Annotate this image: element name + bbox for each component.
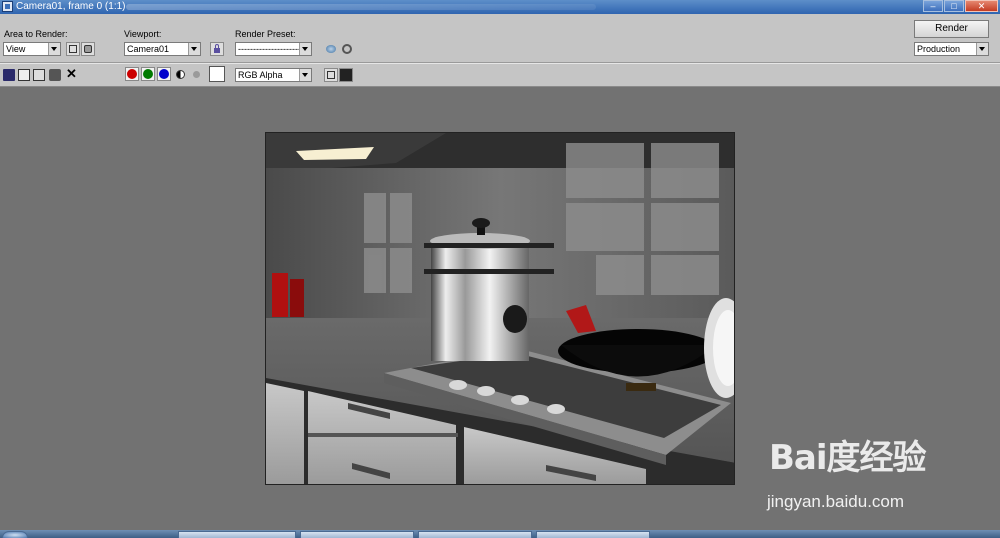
channel-value: RGB Alpha <box>238 70 283 80</box>
close-icon[interactable]: ✕ <box>965 0 998 12</box>
window-title: Camera01, frame 0 (1:1) <box>16 1 126 12</box>
area-to-render-select[interactable]: View <box>3 42 61 56</box>
auto-region-icon[interactable] <box>81 42 95 56</box>
kitchen-render-image <box>266 133 734 484</box>
chevron-down-icon <box>299 69 311 81</box>
green-channel-icon <box>143 69 153 79</box>
area-to-render-label: Area to Render: <box>4 29 68 39</box>
render-mode-value: Production <box>917 44 961 54</box>
watermark-logo: Bai度经验 <box>769 438 927 478</box>
rendered-image <box>265 132 735 485</box>
render-mode-select[interactable]: Production <box>914 42 989 56</box>
app-icon[interactable] <box>2 1 13 12</box>
clear-icon[interactable]: ✕ <box>66 67 78 80</box>
watermark-url: jingyan.baidu.com <box>767 492 905 511</box>
color-swatch-icon[interactable] <box>209 66 225 82</box>
render-button[interactable]: Render <box>914 20 989 38</box>
viewport-select[interactable]: Camera01 <box>124 42 201 56</box>
viewport-label: Viewport: <box>124 29 162 39</box>
chevron-down-icon <box>188 43 200 55</box>
blue-channel-icon <box>159 69 169 79</box>
minimize-icon[interactable]: – <box>923 0 943 12</box>
title-bar: Camera01, frame 0 (1:1) – □ ✕ <box>0 0 1000 14</box>
render-preset-select[interactable]: ----------------------------- <box>235 42 312 56</box>
taskbar-item[interactable] <box>418 531 532 538</box>
chevron-down-icon <box>48 43 60 55</box>
red-channel-button[interactable] <box>125 67 139 81</box>
area-to-render-value: View <box>6 44 26 54</box>
alpha-toggle-icon[interactable] <box>176 70 185 79</box>
render-preset-label: Render Preset: <box>235 29 296 39</box>
copy-icon[interactable] <box>18 69 30 81</box>
maximize-icon[interactable]: □ <box>944 0 964 12</box>
mono-icon[interactable] <box>193 71 200 78</box>
taskbar-item[interactable] <box>536 531 650 538</box>
start-button[interactable] <box>2 531 28 538</box>
channel-select[interactable]: RGB Alpha <box>235 68 312 82</box>
taskbar-item[interactable] <box>178 531 296 538</box>
title-blur <box>126 4 596 10</box>
display-channel-icon[interactable] <box>324 68 338 82</box>
save-icon[interactable] <box>3 69 15 81</box>
display-alpha-icon[interactable] <box>339 68 353 82</box>
red-channel-icon <box>127 69 137 79</box>
blue-channel-button[interactable] <box>157 67 171 81</box>
taskbar-item[interactable] <box>300 531 414 538</box>
edit-region-icon[interactable] <box>66 42 80 56</box>
effects-icon[interactable] <box>340 42 354 56</box>
green-channel-button[interactable] <box>141 67 155 81</box>
lock-icon[interactable] <box>210 42 224 56</box>
chevron-down-icon <box>299 43 311 55</box>
chevron-down-icon <box>976 43 988 55</box>
watermark: Bai度经验 jingyan.baidu.com <box>765 428 995 520</box>
environment-icon[interactable] <box>324 42 338 56</box>
print-icon[interactable] <box>49 69 61 81</box>
viewport-value: Camera01 <box>127 44 170 54</box>
clone-icon[interactable] <box>33 69 45 81</box>
